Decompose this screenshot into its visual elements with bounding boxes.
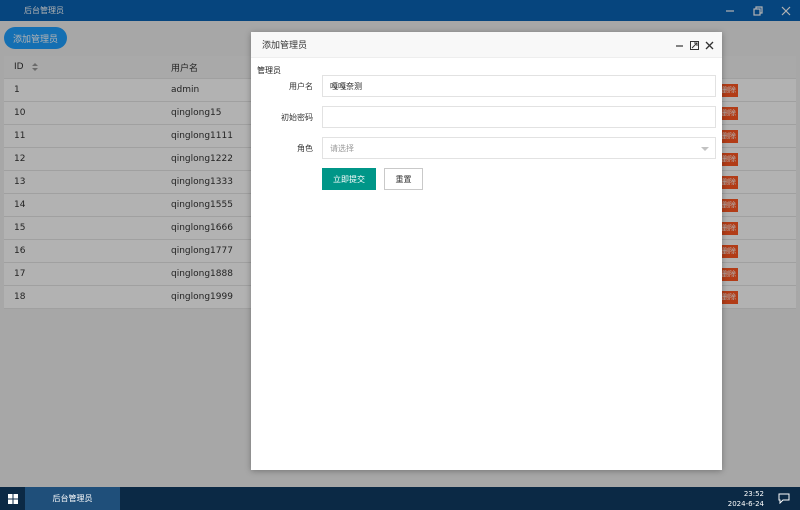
taskbar: 后台管理员 23:52 2024-6-24: [0, 487, 800, 510]
role-label: 角色: [297, 144, 313, 153]
modal-maximize-icon[interactable]: [690, 40, 699, 50]
clock-time: 23:52: [743, 490, 764, 498]
windows-start-icon[interactable]: [0, 487, 25, 510]
section-label: 管理员: [257, 66, 281, 75]
taskbar-clock[interactable]: 23:52 2024-6-24: [728, 489, 764, 509]
password-label: 初始密码: [281, 113, 313, 122]
modal-controls: [669, 32, 714, 58]
chevron-down-icon: [701, 147, 709, 151]
clock-date: 2024-6-24: [727, 500, 764, 508]
taskbar-app-item[interactable]: 后台管理员: [25, 487, 120, 510]
modal-title: 添加管理员: [262, 41, 308, 51]
username-input[interactable]: 嘎嘎奈测: [322, 75, 716, 97]
modal-minimize-icon[interactable]: [675, 41, 684, 50]
username-label: 用户名: [289, 82, 313, 91]
password-input[interactable]: [322, 106, 716, 128]
submit-button[interactable]: 立即提交: [322, 168, 376, 190]
modal-close-icon[interactable]: [705, 41, 714, 50]
add-admin-modal: 添加管理员 管理员 用户名 嘎嘎奈测 初始密码 角色 请选择 立即提交 重置: [251, 32, 722, 470]
notification-icon[interactable]: [778, 492, 790, 507]
role-placeholder: 请选择: [330, 143, 354, 153]
modal-header[interactable]: 添加管理员: [251, 32, 722, 58]
role-select[interactable]: 请选择: [322, 137, 716, 159]
reset-button[interactable]: 重置: [384, 168, 423, 190]
